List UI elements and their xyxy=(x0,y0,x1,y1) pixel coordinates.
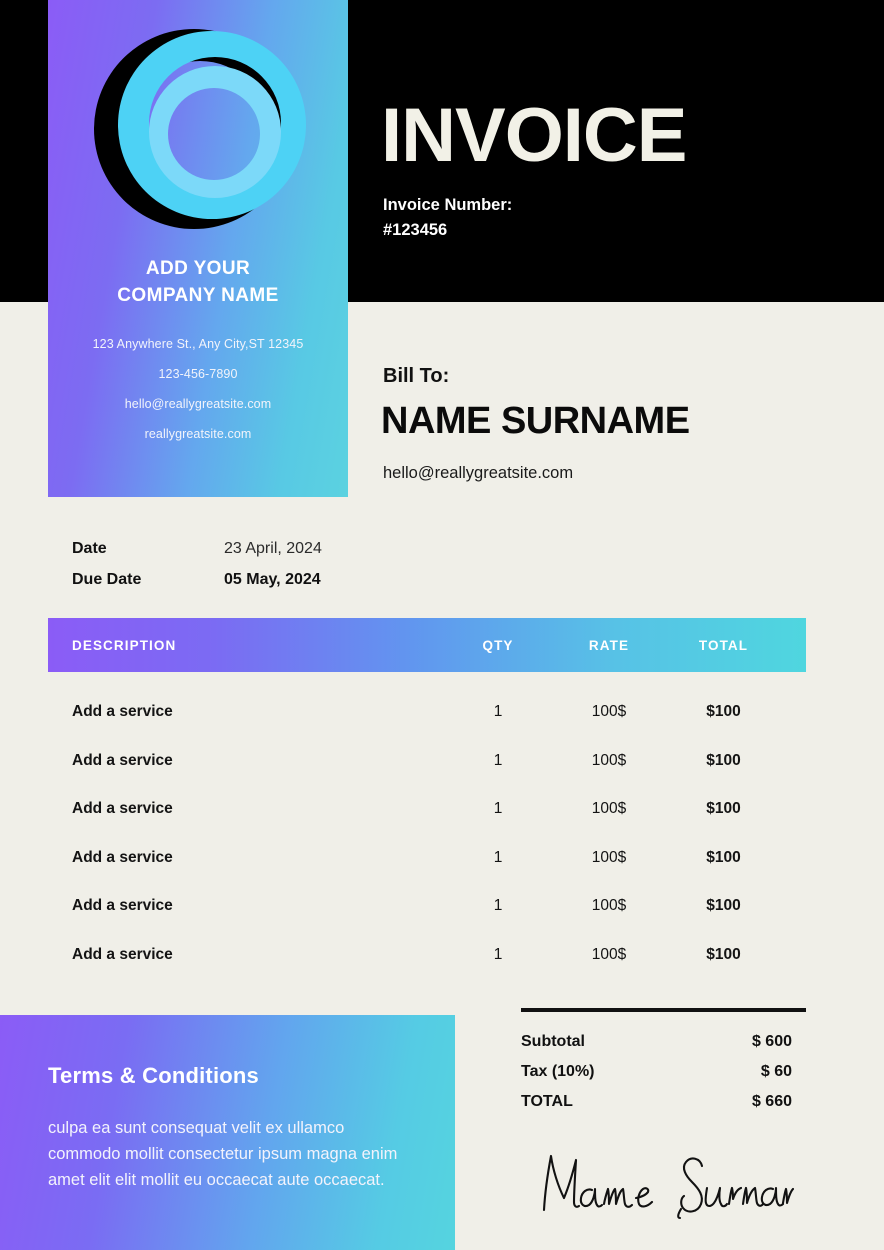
totals-divider xyxy=(521,1008,806,1012)
date-row: Date 23 April, 2024 xyxy=(72,533,382,564)
page-title: INVOICE xyxy=(381,93,687,178)
due-date-value: 05 May, 2024 xyxy=(224,571,321,588)
due-date-label: Due Date xyxy=(72,571,142,588)
cell-rate: 100$ xyxy=(591,703,627,721)
bill-to-email: hello@reallygreatsite.com xyxy=(383,464,574,482)
cell-rate: 100$ xyxy=(591,945,627,963)
cell-total: $100 xyxy=(706,751,741,769)
bill-to-label: Bill To: xyxy=(383,365,450,387)
company-contact-block: 123 Anywhere St., Any City,ST 12345 123-… xyxy=(48,329,348,449)
company-website: reallygreatsite.com xyxy=(144,427,252,441)
cell-description: Add a service xyxy=(72,703,173,721)
cell-total: $100 xyxy=(706,848,741,866)
total-label: TOTAL xyxy=(521,1093,573,1110)
subtotal-row: Subtotal $ 600 xyxy=(521,1027,806,1057)
table-row: Add a service 1 100$ $100 xyxy=(48,785,806,834)
terms-heading: Terms & Conditions xyxy=(48,1063,259,1088)
table-row: Add a service 1 100$ $100 xyxy=(48,931,806,980)
invoice-number-value: #123456 xyxy=(383,221,448,239)
column-header-description: DESCRIPTION xyxy=(72,637,177,653)
cell-total: $100 xyxy=(706,897,741,915)
table-row: Add a service 1 100$ $100 xyxy=(48,882,806,931)
dates-block: Date 23 April, 2024 Due Date 05 May, 202… xyxy=(72,533,382,595)
tax-label: Tax (10%) xyxy=(521,1063,595,1080)
cell-rate: 100$ xyxy=(591,897,627,915)
cell-qty: 1 xyxy=(493,800,503,818)
terms-panel: Terms & Conditions culpa ea sunt consequ… xyxy=(0,1015,455,1250)
table-row: Add a service 1 100$ $100 xyxy=(48,834,806,883)
tax-value: $ 60 xyxy=(760,1063,792,1080)
company-name: ADD YOUR COMPANY NAME xyxy=(48,255,348,309)
company-phone: 123-456-7890 xyxy=(158,367,238,381)
cell-description: Add a service xyxy=(72,800,173,818)
table-header-row: DESCRIPTION QTY RATE TOTAL xyxy=(48,618,806,672)
company-email: hello@reallygreatsite.com xyxy=(124,397,272,411)
column-header-qty: QTY xyxy=(482,637,514,653)
table-row: Add a service 1 100$ $100 xyxy=(48,688,806,737)
table-row: Add a service 1 100$ $100 xyxy=(48,737,806,786)
line-items-table: DESCRIPTION QTY RATE TOTAL Add a service… xyxy=(48,618,806,979)
cell-total: $100 xyxy=(706,800,741,818)
cell-qty: 1 xyxy=(493,751,503,769)
totals-block: Subtotal $ 600 Tax (10%) $ 60 TOTAL $ 66… xyxy=(521,1008,806,1117)
due-date-row: Due Date 05 May, 2024 xyxy=(72,564,382,595)
column-header-rate: RATE xyxy=(588,637,630,653)
subtotal-value: $ 600 xyxy=(751,1033,792,1050)
cell-qty: 1 xyxy=(493,703,503,721)
cell-qty: 1 xyxy=(493,848,503,866)
table-body: Add a service 1 100$ $100 Add a service … xyxy=(48,688,806,979)
cell-total: $100 xyxy=(706,945,741,963)
column-header-total: TOTAL xyxy=(698,637,749,653)
cell-rate: 100$ xyxy=(591,751,627,769)
total-row: TOTAL $ 660 xyxy=(521,1087,806,1117)
cell-qty: 1 xyxy=(493,945,503,963)
cell-rate: 100$ xyxy=(591,848,627,866)
bill-to-name: NAME SURNAME xyxy=(381,400,690,442)
company-name-line1: ADD YOUR xyxy=(145,258,251,279)
date-value: 23 April, 2024 xyxy=(224,540,322,557)
total-value: $ 660 xyxy=(751,1093,792,1110)
subtotal-label: Subtotal xyxy=(521,1033,585,1050)
invoice-number-label: Invoice Number: xyxy=(383,196,513,214)
circle-ring-logo xyxy=(88,22,308,237)
cell-qty: 1 xyxy=(493,897,503,915)
cell-description: Add a service xyxy=(72,945,173,963)
cell-description: Add a service xyxy=(72,897,173,915)
invoice-page: ADD YOUR COMPANY NAME 123 Anywhere St., … xyxy=(0,0,884,1250)
terms-body: culpa ea sunt consequat velit ex ullamco… xyxy=(48,1119,398,1189)
totals-rows: Subtotal $ 600 Tax (10%) $ 60 TOTAL $ 66… xyxy=(521,1027,806,1117)
cell-description: Add a service xyxy=(72,848,173,866)
company-panel: ADD YOUR COMPANY NAME 123 Anywhere St., … xyxy=(48,0,348,497)
tax-row: Tax (10%) $ 60 xyxy=(521,1057,806,1087)
date-label: Date xyxy=(72,540,107,557)
signature: Name Surname xyxy=(524,1142,794,1220)
cell-total: $100 xyxy=(706,703,741,721)
company-name-line2: COMPANY NAME xyxy=(117,285,279,306)
cell-description: Add a service xyxy=(72,751,173,769)
cell-rate: 100$ xyxy=(591,800,627,818)
company-address: 123 Anywhere St., Any City,ST 12345 xyxy=(92,337,304,351)
